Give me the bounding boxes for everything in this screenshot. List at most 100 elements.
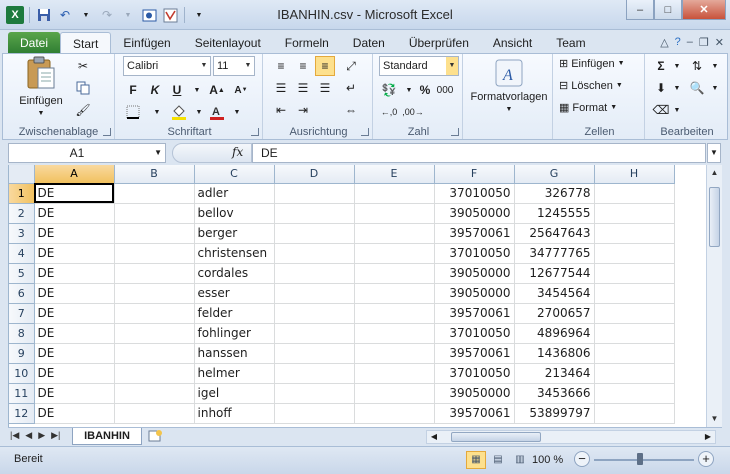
expand-formula-bar-icon[interactable]: ▼	[707, 143, 721, 163]
styles-button[interactable]: A Formatvorlagen ▼	[469, 58, 549, 113]
cell-f[interactable]: 39050000	[434, 203, 515, 224]
currency-icon[interactable]: 💱	[379, 80, 399, 100]
font-color-icon[interactable]: A	[207, 102, 227, 122]
number-launcher-icon[interactable]	[451, 128, 459, 136]
tab-view[interactable]: Ansicht	[481, 32, 544, 54]
minimize-button[interactable]: –	[626, 0, 654, 20]
cell-b[interactable]	[114, 403, 195, 424]
align-bottom-icon[interactable]: ≡	[315, 56, 335, 76]
scroll-down-icon[interactable]: ▼	[707, 411, 722, 427]
cell-f[interactable]: 39050000	[434, 383, 515, 404]
cell-e[interactable]	[354, 223, 435, 244]
row-header[interactable]: 6	[9, 283, 35, 304]
page-break-view-icon[interactable]: ▥	[510, 451, 530, 469]
autosum-dropdown-icon[interactable]: ▼	[667, 56, 687, 76]
underline-button[interactable]: U	[167, 80, 187, 100]
cell-g[interactable]: 3454564	[514, 283, 595, 304]
zoom-in-icon[interactable]: +	[698, 451, 714, 467]
row-header[interactable]: 8	[9, 323, 35, 344]
tab-team[interactable]: Team	[544, 32, 597, 54]
cell-f[interactable]: 37010050	[434, 363, 515, 384]
thousands-separator-icon[interactable]: 000	[435, 80, 455, 100]
scroll-up-icon[interactable]: ▲	[707, 165, 722, 181]
cell-b[interactable]	[114, 303, 195, 324]
cell-e[interactable]	[354, 183, 435, 204]
select-all-corner[interactable]	[9, 165, 35, 184]
orientation-icon[interactable]: ⤢	[341, 56, 361, 76]
cell-d[interactable]	[274, 183, 355, 204]
cell-h[interactable]	[594, 383, 675, 404]
cell-g[interactable]: 34777765	[514, 243, 595, 264]
cell-b[interactable]	[114, 363, 195, 384]
cell-d[interactable]	[274, 283, 355, 304]
row-header[interactable]: 4	[9, 243, 35, 264]
cell-c[interactable]: bellov	[194, 203, 275, 224]
cell-d[interactable]	[274, 223, 355, 244]
underline-dropdown-icon[interactable]: ▼	[187, 80, 207, 100]
cell-h[interactable]	[594, 363, 675, 384]
cell-d[interactable]	[274, 343, 355, 364]
cell-f[interactable]: 39050000	[434, 283, 515, 304]
column-header[interactable]: G	[514, 165, 595, 184]
font-launcher-icon[interactable]	[251, 128, 259, 136]
cell-f[interactable]: 39570061	[434, 403, 515, 424]
cell-e[interactable]	[354, 323, 435, 344]
clipboard-launcher-icon[interactable]	[103, 128, 111, 136]
cell-g[interactable]: 3453666	[514, 383, 595, 404]
fill-color-dropdown-icon[interactable]: ▼	[189, 102, 209, 122]
row-header[interactable]: 2	[9, 203, 35, 224]
fill-dropdown-icon[interactable]: ▼	[667, 78, 687, 98]
cell-c[interactable]: helmer	[194, 363, 275, 384]
zoom-out-icon[interactable]: −	[574, 451, 590, 467]
column-header[interactable]: B	[114, 165, 195, 184]
decrease-decimal-icon[interactable]: ,00→	[402, 102, 424, 122]
cell-a[interactable]: DE	[34, 343, 115, 364]
column-header[interactable]: F	[434, 165, 515, 184]
cell-e[interactable]	[354, 263, 435, 284]
close-button[interactable]: ✕	[682, 0, 726, 20]
cell-d[interactable]	[274, 243, 355, 264]
format-cells-button[interactable]: ▦ Format ▼	[559, 101, 617, 115]
cell-h[interactable]	[594, 183, 675, 204]
cell-e[interactable]	[354, 343, 435, 364]
row-header[interactable]: 7	[9, 303, 35, 324]
formula-input[interactable]: DE	[252, 143, 706, 163]
cell-d[interactable]	[274, 203, 355, 224]
find-select-icon[interactable]: 🔍	[687, 78, 707, 98]
cell-h[interactable]	[594, 243, 675, 264]
align-middle-icon[interactable]: ≡	[293, 56, 313, 76]
cell-g[interactable]: 2700657	[514, 303, 595, 324]
tab-home[interactable]: Start	[60, 32, 112, 54]
cell-f[interactable]: 39570061	[434, 223, 515, 244]
sort-filter-icon[interactable]: ⇅	[687, 56, 707, 76]
workbook-restore-icon[interactable]: ❐	[699, 36, 709, 49]
next-sheet-icon[interactable]: ▶	[38, 430, 45, 441]
cell-c[interactable]: cordales	[194, 263, 275, 284]
row-header[interactable]: 1	[9, 183, 35, 204]
maximize-button[interactable]: □	[654, 0, 682, 20]
cell-d[interactable]	[274, 383, 355, 404]
column-header[interactable]: A	[34, 165, 115, 184]
first-sheet-icon[interactable]: |◀	[10, 430, 19, 441]
cell-a[interactable]: DE	[34, 303, 115, 324]
cell-h[interactable]	[594, 323, 675, 344]
cell-a[interactable]: DE	[34, 403, 115, 424]
cell-g[interactable]: 53899797	[514, 403, 595, 424]
column-header[interactable]: D	[274, 165, 355, 184]
cell-b[interactable]	[114, 383, 195, 404]
tab-review[interactable]: Überprüfen	[397, 32, 481, 54]
row-header[interactable]: 12	[9, 403, 35, 424]
cell-g[interactable]: 25647643	[514, 223, 595, 244]
cell-a[interactable]: DE	[34, 263, 115, 284]
cell-c[interactable]: christensen	[194, 243, 275, 264]
cell-h[interactable]	[594, 283, 675, 304]
copy-icon[interactable]	[73, 78, 93, 98]
borders-icon[interactable]	[123, 102, 143, 122]
cell-d[interactable]	[274, 263, 355, 284]
cell-c[interactable]: igel	[194, 383, 275, 404]
cell-f[interactable]: 39570061	[434, 343, 515, 364]
zoom-slider[interactable]	[594, 459, 694, 461]
horizontal-scrollbar[interactable]: ◀ ▶	[426, 430, 716, 444]
cell-d[interactable]	[274, 403, 355, 424]
increase-decimal-icon[interactable]: ←,0	[379, 102, 399, 122]
